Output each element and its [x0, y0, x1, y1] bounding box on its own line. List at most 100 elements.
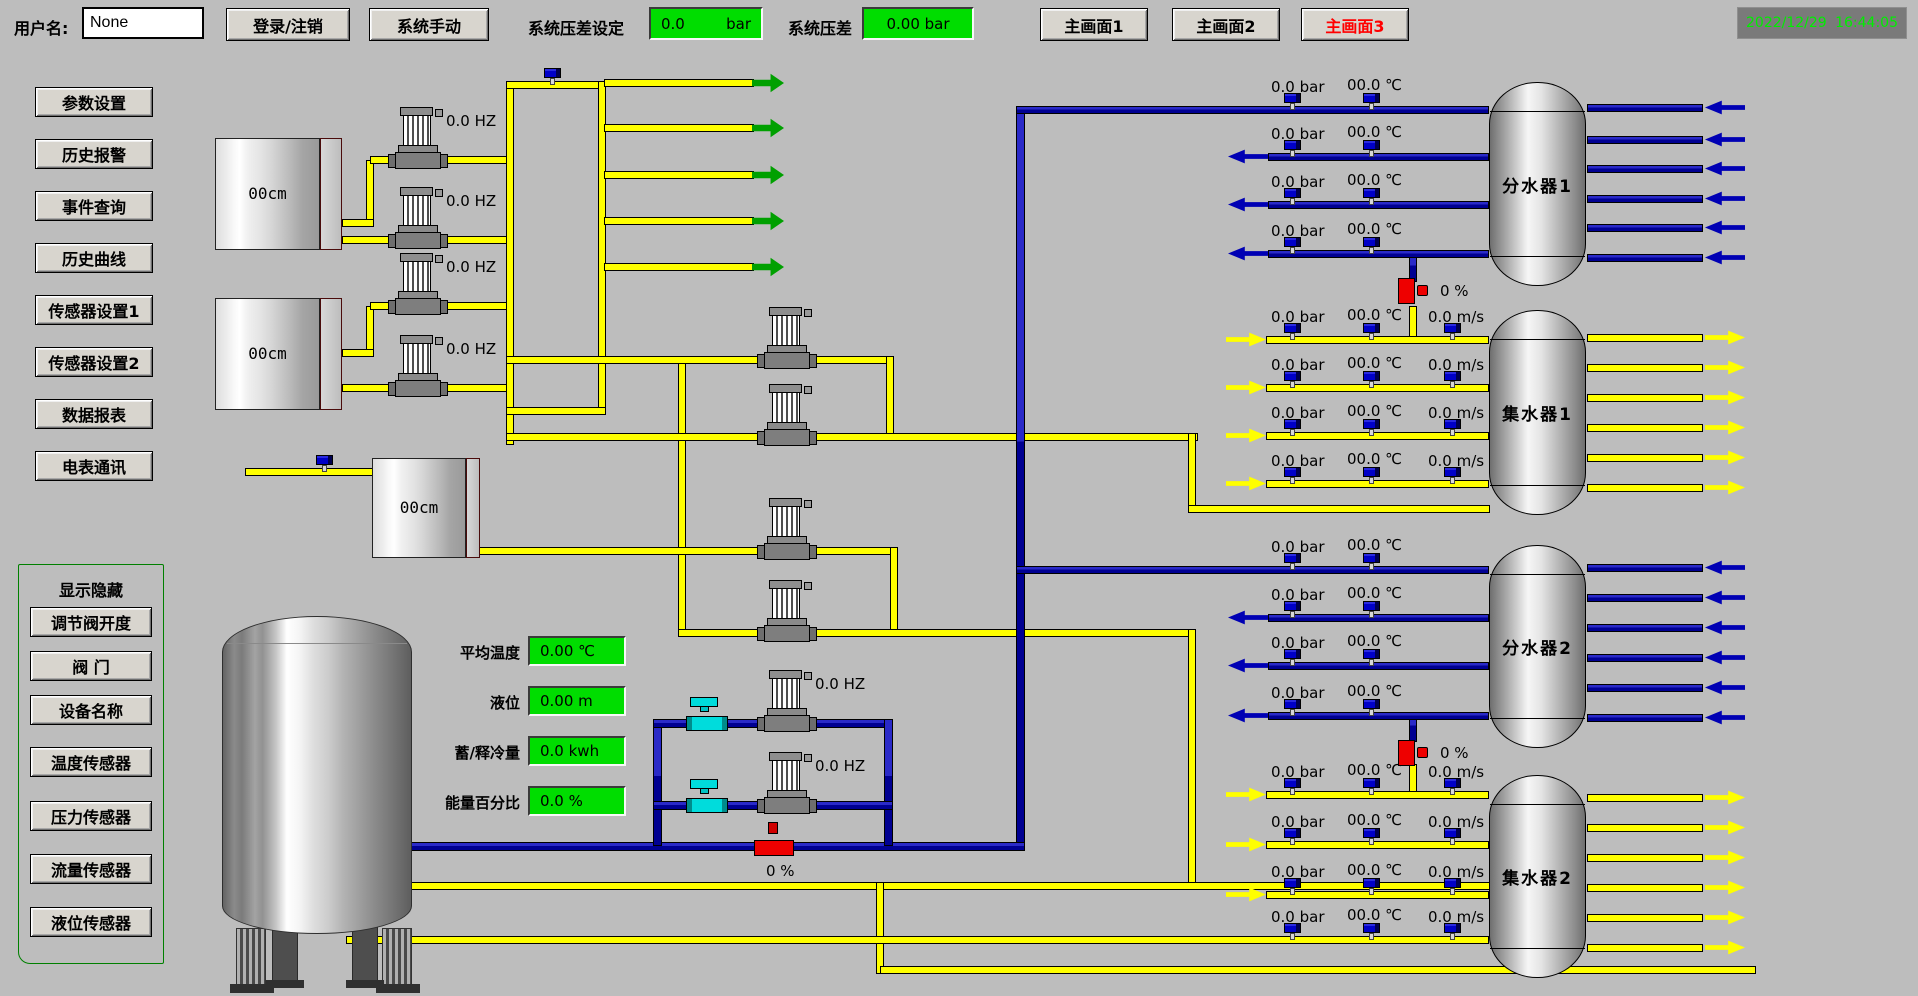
pump-motor [403, 115, 431, 146]
tank-cap [320, 138, 342, 250]
return-pipe [1587, 424, 1703, 432]
valve-opening-label: 0 % [766, 862, 795, 880]
pump-stub [804, 500, 812, 508]
pump-base [395, 298, 441, 315]
flow-arrow [1226, 428, 1266, 443]
sensor-stem [1369, 933, 1374, 940]
metric-display-2: 0.0 kwh [528, 736, 626, 766]
pump-frequency-label: 0.0 HZ [446, 340, 496, 358]
sensor-stem [1290, 709, 1295, 716]
pressure-value-label: 0.0 bar [1271, 452, 1325, 470]
temperature-sensor [1363, 93, 1381, 110]
pipe-segment [506, 407, 606, 415]
pump-stub [435, 189, 443, 197]
pump-base [764, 715, 810, 732]
pipe-segment [342, 349, 374, 357]
temperature-value-label: 00.0 ℃ [1347, 861, 1402, 879]
flow-arrow [1228, 610, 1268, 625]
pump-base [764, 429, 810, 446]
pipe-segment [604, 124, 754, 132]
pump-flange [757, 354, 765, 368]
sensor-stem [1369, 838, 1374, 845]
sensor-stem [1450, 477, 1455, 484]
pressure-value-label: 0.0 bar [1271, 404, 1325, 422]
sensor-head [544, 68, 561, 78]
pump-2[interactable] [390, 186, 446, 249]
pump-4[interactable] [390, 334, 446, 397]
pressure-value-label: 0.0 bar [1271, 356, 1325, 374]
supply-pipe [1587, 714, 1703, 722]
sensor-head [1363, 649, 1380, 659]
regulating-valve-red-3[interactable] [754, 822, 796, 858]
temperature-sensor [1363, 237, 1381, 254]
pump-6[interactable] [759, 383, 815, 446]
control-valve-cyan-1[interactable] [686, 697, 730, 731]
velocity-value-label: 0.0 m/s [1428, 908, 1484, 926]
valve-opening-label: 0 % [1440, 282, 1469, 300]
hmi-canvas: 用户名: 登录/注销 系统手动 系统压差设定 0.0 bar 系统压差 0.00… [0, 0, 1918, 996]
sensor-stem [1290, 150, 1295, 157]
valve-handle [1417, 285, 1428, 296]
flow-arrow [1705, 560, 1745, 575]
pump-flange [809, 545, 817, 559]
pump-10[interactable] [759, 751, 815, 814]
return-pipe [1587, 454, 1703, 462]
supply-pipe [1016, 566, 1489, 574]
flow-arrow [1705, 710, 1745, 725]
pump-flange [440, 154, 448, 168]
sensor-head [1363, 878, 1380, 888]
pump-flange [440, 234, 448, 248]
pump-7[interactable] [759, 497, 815, 560]
pressure-sensor [544, 68, 562, 85]
sensor-stem [1290, 381, 1295, 388]
flow-arrow-green [752, 73, 784, 93]
temperature-value-label: 00.0 ℃ [1347, 354, 1402, 372]
pipe-segment [678, 356, 686, 637]
regulating-valve-red-1[interactable] [1398, 276, 1428, 306]
flow-arrow [1705, 360, 1745, 375]
tank-cap [320, 298, 342, 410]
temperature-value-label: 00.0 ℃ [1347, 632, 1402, 650]
tank-level-label: 00cm [215, 184, 320, 203]
manifold-1: 分水器1 [1489, 82, 1586, 286]
temperature-value-label: 00.0 ℃ [1347, 811, 1402, 829]
temperature-value-label: 00.0 ℃ [1347, 682, 1402, 700]
valve-body [754, 840, 794, 856]
temperature-value-label: 00.0 ℃ [1347, 402, 1402, 420]
pipe-segment [604, 217, 754, 225]
sensor-head [1363, 419, 1380, 429]
manifold-name: 分水器1 [1490, 83, 1585, 285]
flow-arrow [1705, 880, 1745, 895]
velocity-value-label: 0.0 m/s [1428, 813, 1484, 831]
sensor-stem [1450, 333, 1455, 340]
pump-3[interactable] [390, 252, 446, 315]
pipe-segment [880, 966, 1756, 974]
pump-9[interactable] [759, 669, 815, 732]
pump-1[interactable] [390, 106, 446, 169]
pump-flange [757, 717, 765, 731]
valve-body [1398, 740, 1415, 766]
velocity-value-label: 0.0 m/s [1428, 452, 1484, 470]
valve-handle [1417, 747, 1428, 758]
return-pipe [1587, 334, 1703, 342]
control-valve-cyan-2[interactable] [686, 779, 730, 813]
sensor-head [1363, 778, 1380, 788]
pump-8[interactable] [759, 579, 815, 642]
pump-5[interactable] [759, 306, 815, 369]
manifold-3: 分水器2 [1489, 545, 1586, 748]
pump-stub [435, 109, 443, 117]
regulating-valve-red-2[interactable] [1398, 738, 1428, 768]
sensor-stem [1369, 103, 1374, 110]
supply-pipe [1587, 624, 1703, 632]
pump-stub [804, 672, 812, 680]
pipe-segment [342, 219, 374, 227]
sensor-head [1363, 237, 1380, 247]
flow-arrow [1705, 940, 1745, 955]
flow-arrow [1705, 850, 1745, 865]
flow-arrow [1228, 708, 1268, 723]
sensor-stem [1450, 838, 1455, 845]
sensor-stem [1369, 247, 1374, 254]
pressure-value-label: 0.0 bar [1271, 173, 1325, 191]
pipe-segment [474, 547, 898, 555]
pipe-segment [876, 882, 884, 974]
